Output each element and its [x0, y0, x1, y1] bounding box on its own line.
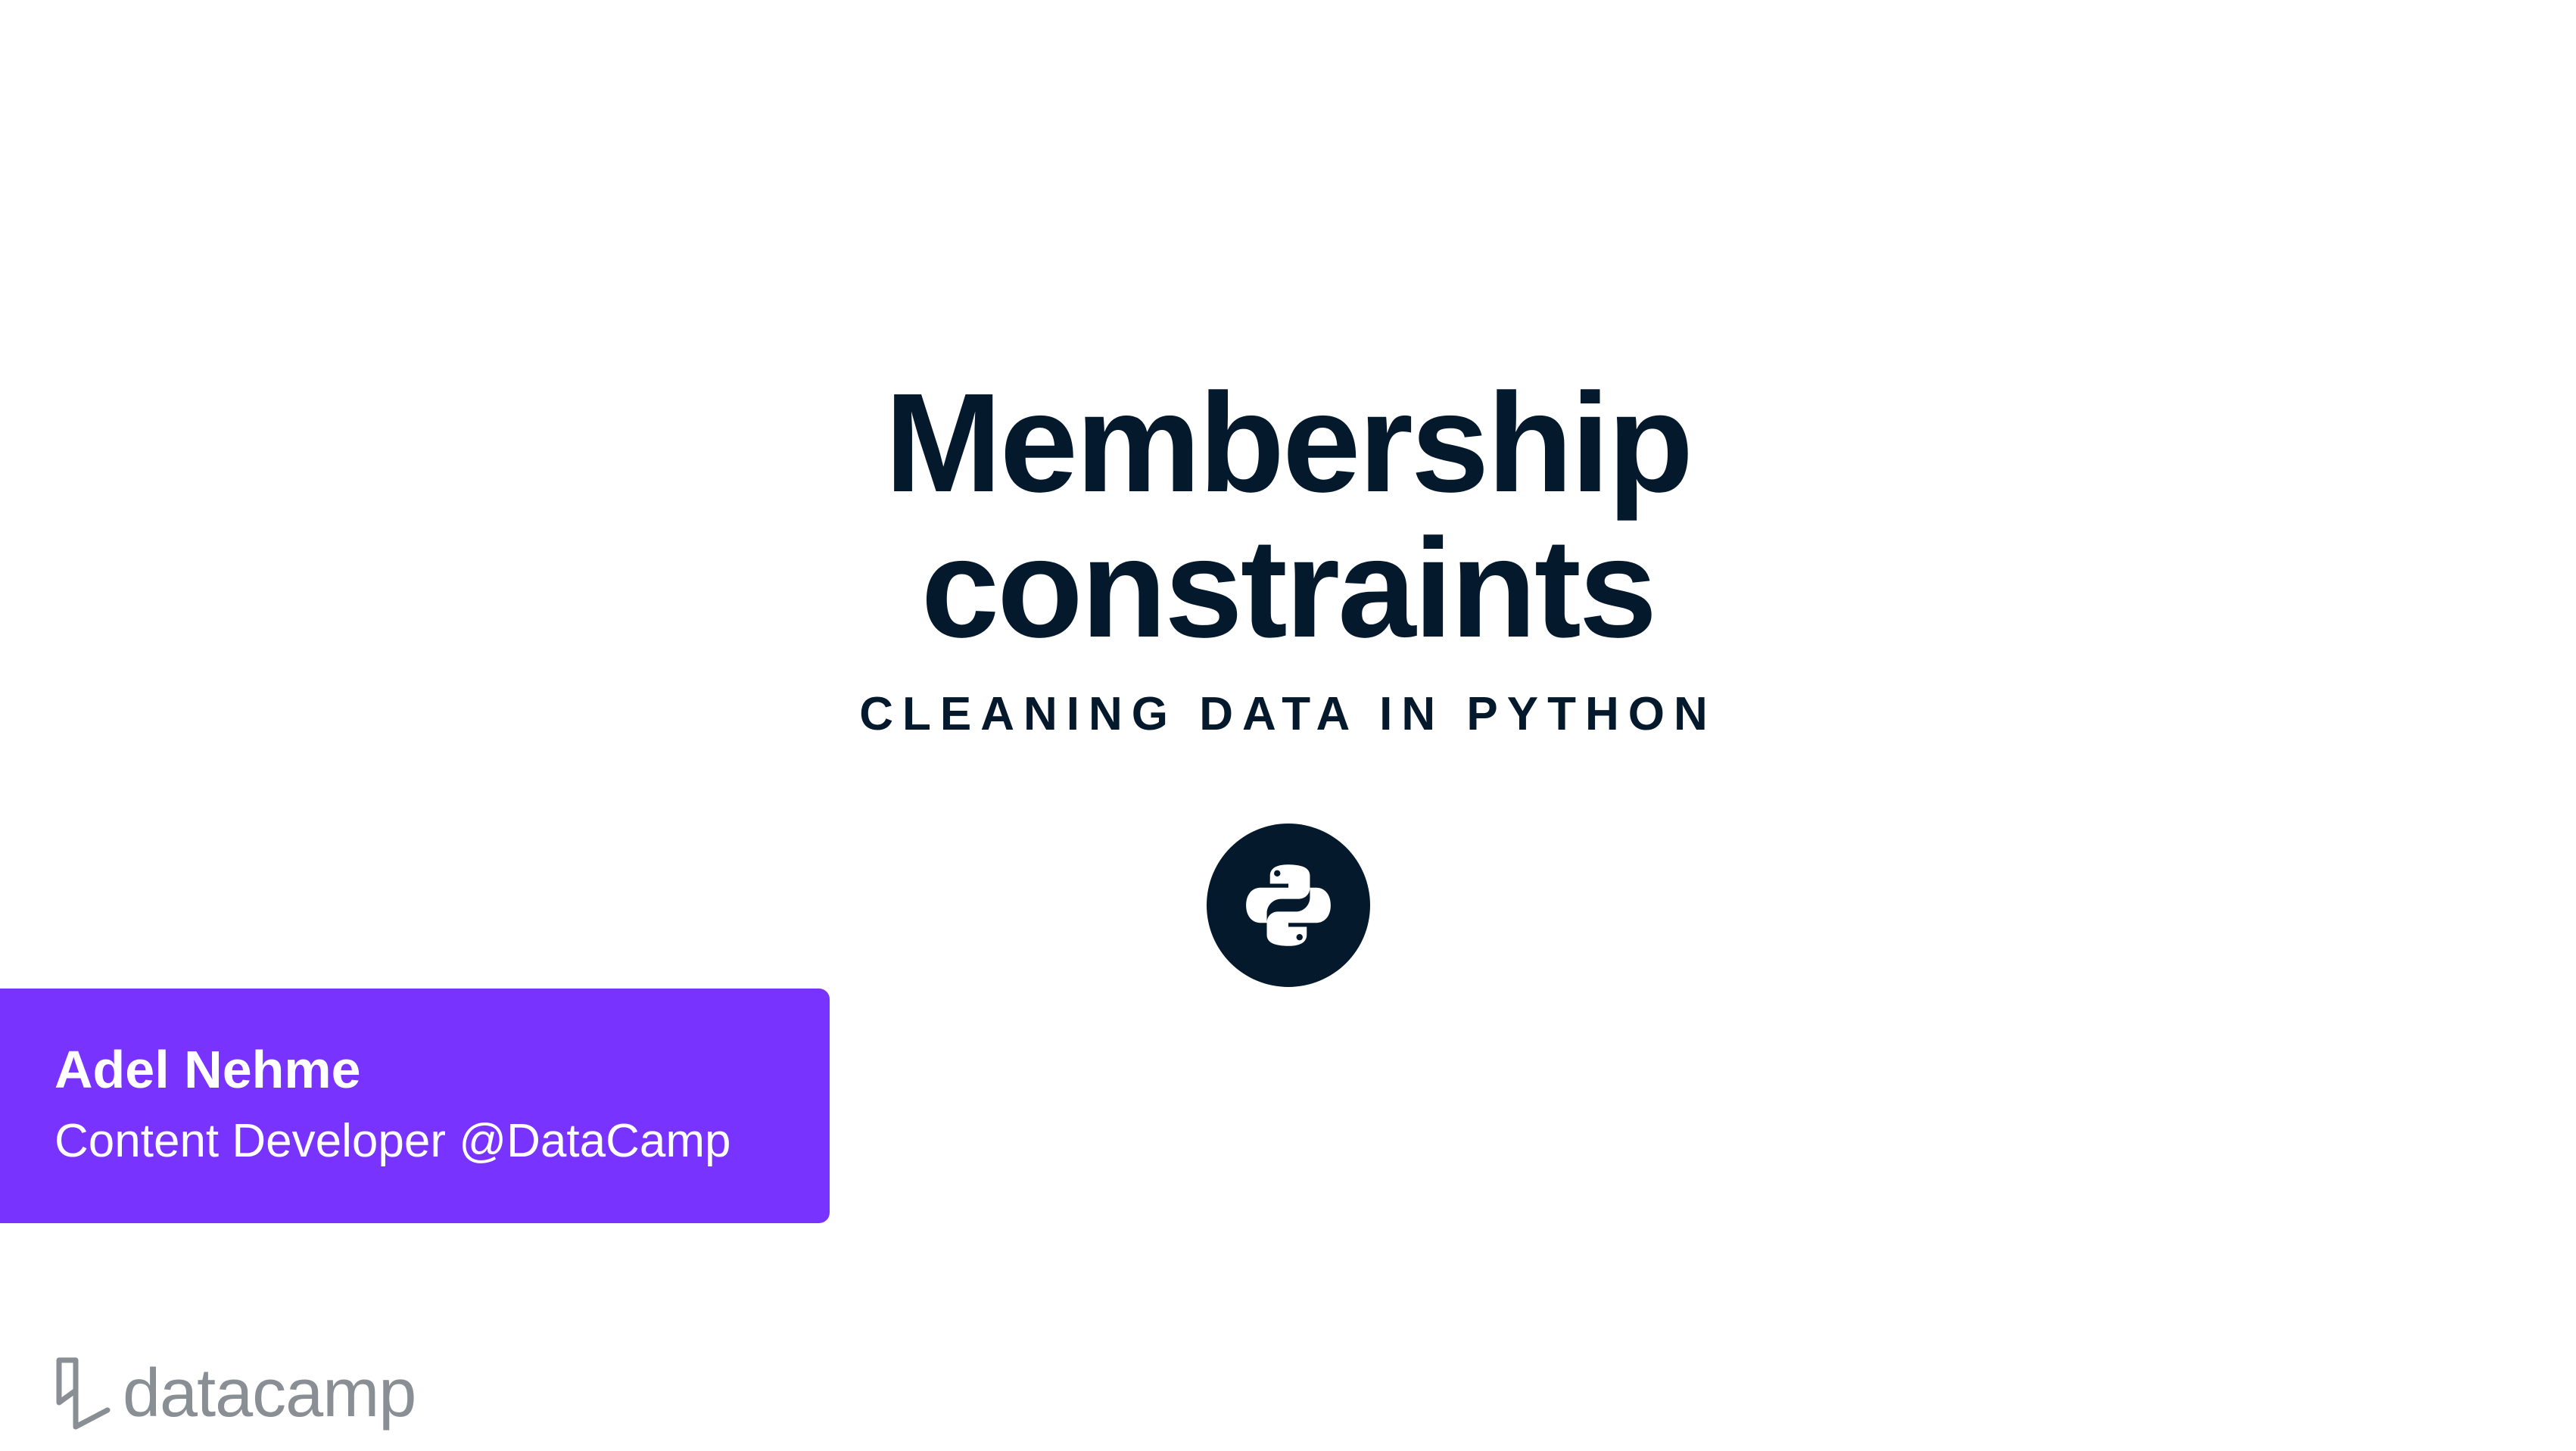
slide-title: Membership constraints [0, 371, 2576, 662]
author-card [0, 989, 830, 1223]
slide-title-line-2: constraints [920, 510, 1658, 667]
python-badge [1207, 824, 1370, 987]
title-slide: Membership constraints CLEANING DATA IN … [0, 0, 2576, 1451]
author-name: Adel Nehme [55, 1040, 361, 1099]
datacamp-logo-icon [56, 1357, 111, 1430]
datacamp-logo: datacamp [53, 1352, 416, 1435]
author-role: Content Developer @DataCamp [55, 1115, 731, 1167]
slide-title-line-1: Membership [884, 365, 1694, 522]
course-subtitle: CLEANING DATA IN PYTHON [859, 688, 1717, 740]
python-logo-icon [1246, 864, 1331, 946]
datacamp-wordmark: datacamp [123, 1356, 416, 1431]
